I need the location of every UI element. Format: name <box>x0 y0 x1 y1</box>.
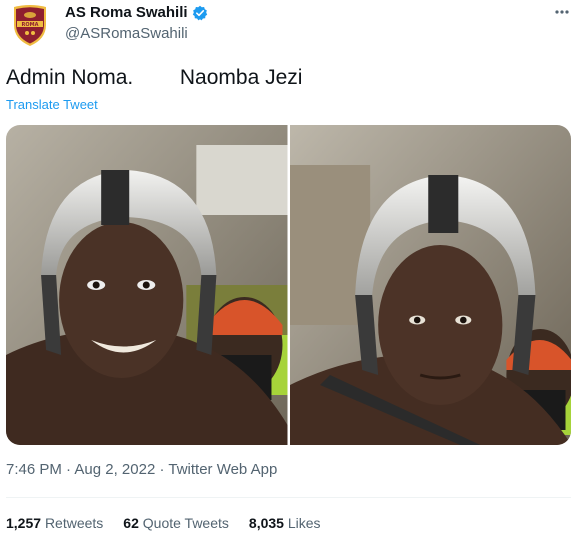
divider <box>6 497 571 498</box>
quote-tweets-label: Quote Tweets <box>142 515 229 531</box>
timestamp-separator: · <box>61 461 75 478</box>
tweet-text: Admin Noma. Naomba Jezi <box>6 66 303 89</box>
tweet-stats: 1,257 Retweets 62 Quote Tweets 8,035 Lik… <box>6 515 321 531</box>
retweets-stat[interactable]: 1,257 Retweets <box>6 515 103 531</box>
tweet-timestamp: 7:46 PM · Aug 2, 2022 · Twitter Web App <box>6 461 277 478</box>
more-options-icon[interactable] <box>550 2 574 22</box>
photo-rider-smiling[interactable] <box>6 125 288 445</box>
svg-text:ROMA: ROMA <box>22 22 39 28</box>
quote-tweets-stat[interactable]: 62 Quote Tweets <box>123 515 229 531</box>
media-grid <box>6 125 571 445</box>
author-name-row[interactable]: AS Roma Swahili <box>65 4 208 21</box>
author-handle[interactable]: @ASRomaSwahili <box>65 25 188 42</box>
retweets-count: 1,257 <box>6 515 42 531</box>
tweet-time: 7:46 PM <box>6 461 62 478</box>
tweet-source-link[interactable]: Twitter Web App <box>168 461 277 478</box>
likes-stat[interactable]: 8,035 Likes <box>249 515 321 531</box>
retweets-label: Retweets <box>44 515 104 531</box>
author-display-name[interactable]: AS Roma Swahili <box>65 4 188 21</box>
tweet-date: Aug 2, 2022 <box>74 461 156 478</box>
as-roma-crest-icon[interactable]: ROMA <box>10 3 50 47</box>
tweet: ROMA AS Roma Swahili @ASRomaSwahili Admi… <box>0 0 583 538</box>
tweet-time-link[interactable]: 7:46 PM · Aug 2, 2022 <box>6 461 155 478</box>
translate-tweet-link[interactable]: Translate Tweet <box>6 97 98 112</box>
verified-badge-icon <box>192 5 208 21</box>
likes-label: Likes <box>287 515 321 531</box>
likes-count: 8,035 <box>248 515 284 531</box>
photo-rider-serious[interactable] <box>289 125 571 445</box>
timestamp-separator-2: · <box>155 461 169 478</box>
quote-tweets-count: 62 <box>123 515 139 531</box>
